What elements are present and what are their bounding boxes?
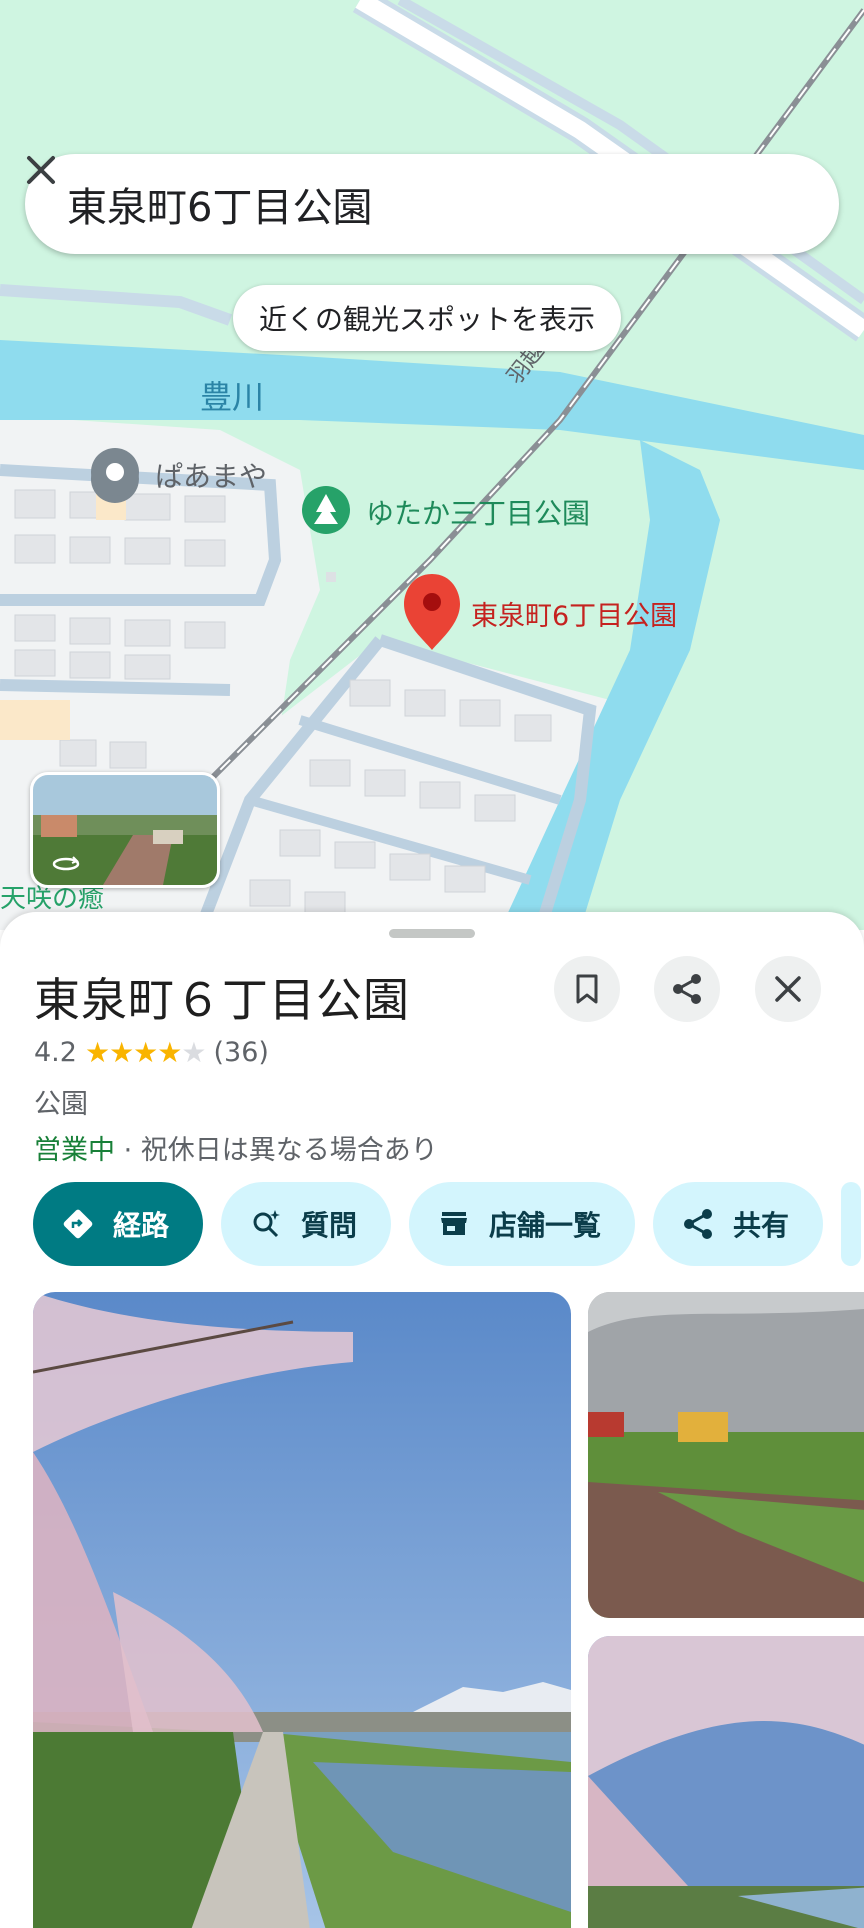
rating-value: 4.2 [34,1037,77,1068]
place-category: 公園 [34,1089,88,1120]
street-view-thumbnail[interactable] [30,772,220,888]
action-chips: 経路 質問 店舗一覧 共有 [33,1182,862,1266]
place-sheet: 東泉町６丁目公園 4.2 ★★★★★ (36) 公園 営業中 · 祝休日は異なる… [0,912,864,1928]
more-actions-chip[interactable] [841,1182,862,1266]
directions-button[interactable]: 経路 [33,1182,204,1266]
star-icon: ★ [133,1036,158,1069]
photo-cherry-blossom-river[interactable] [588,1636,864,1928]
bookmark-icon [576,974,598,1004]
close-icon [27,156,55,184]
ask-button[interactable]: 質問 [221,1182,392,1266]
rating-row[interactable]: 4.2 ★★★★★ (36) [34,1036,269,1069]
close-sheet-button[interactable] [755,956,821,1022]
share-icon [681,1207,715,1241]
star-icon: ★ [157,1036,182,1069]
share-button[interactable]: 共有 [653,1182,824,1266]
save-button[interactable] [554,956,620,1022]
star-empty-icon: ★ [181,1036,206,1069]
park-marker[interactable] [302,486,350,534]
nearby-attractions-chip[interactable]: 近くの観光スポットを表示 [233,285,622,351]
pin-label[interactable]: 東泉町6丁目公園 [471,594,677,633]
directions-icon [61,1207,95,1241]
ask-label: 質問 [301,1209,358,1242]
photo-park-playground[interactable] [588,1292,864,1618]
river-label: 豊川 [200,378,265,416]
directions-label: 経路 [113,1209,170,1242]
yutaka-park-label[interactable]: ゆたか三丁目公園 [366,492,590,532]
share-icon-button[interactable] [654,956,720,1022]
place-title: 東泉町６丁目公園 [34,973,410,1027]
open-status: 営業中 [34,1135,115,1166]
close-icon [775,976,801,1002]
papamaya-marker[interactable] [90,448,139,503]
papamaya-label[interactable]: ぱあまや [155,455,267,495]
store-icon [437,1207,471,1241]
search-sparkle-icon [249,1207,283,1241]
star-icon: ★ [84,1036,110,1069]
rating-stars: ★★★★★ [84,1036,207,1069]
clear-search-button[interactable] [27,156,811,234]
stores-label: 店舗一覧 [489,1209,602,1242]
share-icon [673,974,701,1004]
stores-button[interactable]: 店舗一覧 [409,1182,636,1266]
opening-status[interactable]: 営業中 · 祝休日は異なる場合あり [34,1128,438,1167]
photo-cherry-blossom-path[interactable] [33,1292,571,1928]
review-count: (36) [213,1037,269,1068]
map-view[interactable]: 豊川 羽越本線 ぱあまや ゆたか三丁目公園 東泉町6丁目公園 天咲の癒 東泉町6… [0,0,864,930]
search-bar[interactable]: 東泉町6丁目公園 [25,154,839,254]
hours-note: · 祝休日は異なる場合あり [115,1135,438,1166]
search-input[interactable]: 東泉町6丁目公園 [67,175,751,233]
star-icon: ★ [109,1036,134,1069]
share-label: 共有 [733,1209,790,1242]
sheet-drag-handle[interactable] [389,929,475,938]
